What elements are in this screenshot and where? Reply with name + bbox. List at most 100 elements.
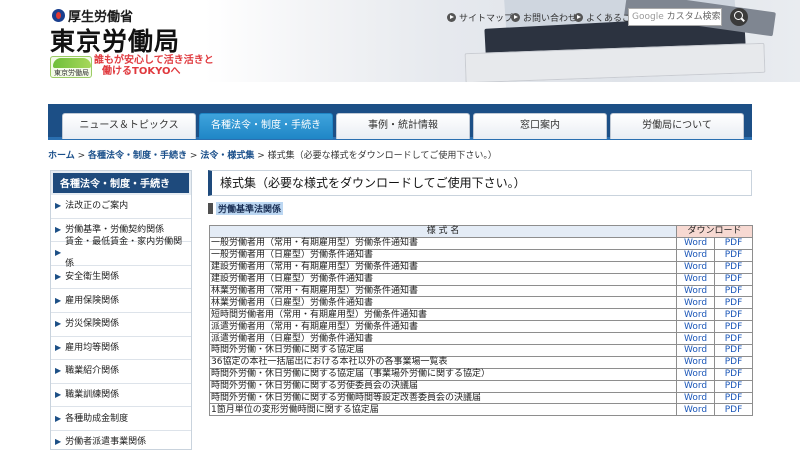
pdf-download-link[interactable]: PDF xyxy=(725,369,743,379)
word-download-link[interactable]: Word xyxy=(684,405,707,415)
word-download-link[interactable]: Word xyxy=(684,274,707,284)
leaf-icon xyxy=(53,58,91,68)
word-download-link[interactable]: Word xyxy=(684,357,707,367)
form-name-cell: 建設労働者用（日雇型）労働条件通知書 xyxy=(208,272,678,286)
form-name-cell: 時間外労働・休日労働に関する協定届（事業場外労働に関する協定） xyxy=(208,367,678,381)
word-download-cell: Word xyxy=(676,308,716,322)
badge-text: 東京労働局 xyxy=(54,69,89,77)
word-download-link[interactable]: Word xyxy=(684,310,707,320)
pdf-download-cell: PDF xyxy=(714,284,753,298)
utility-link-sitemap[interactable]: サイトマップ xyxy=(447,11,513,24)
pdf-download-link[interactable]: PDF xyxy=(725,298,743,308)
word-download-link[interactable]: Word xyxy=(684,298,707,308)
chevron-right-icon: ▶ xyxy=(55,366,62,376)
pdf-download-cell: PDF xyxy=(714,260,753,274)
pdf-download-link[interactable]: PDF xyxy=(725,250,743,260)
word-download-cell: Word xyxy=(676,332,716,346)
sidebar-item-vocational-training[interactable]: ▶ 職業訓練関係 xyxy=(51,384,191,408)
breadcrumb-laws[interactable]: 各種法令・制度・手続き xyxy=(88,151,187,161)
pdf-download-link[interactable]: PDF xyxy=(725,322,743,332)
sidebar-item-wages[interactable]: ▶ 賃金・最低賃金・家内労働関係 xyxy=(51,237,191,269)
word-download-link[interactable]: Word xyxy=(684,334,707,344)
word-download-link[interactable]: Word xyxy=(684,286,707,296)
form-name-cell: 1箇月単位の変形労働時間に関する協定届 xyxy=(208,403,678,417)
search-button[interactable] xyxy=(730,8,748,26)
sidebar: 各種法令・制度・手続き ▶ 法改正のご案内 ▶ 労働基準・労働契約関係 ▶ 賃金・最低… xyxy=(50,170,192,450)
word-download-cell: Word xyxy=(676,237,716,250)
nav-tab-news[interactable]: ニュース＆トピックス xyxy=(62,113,196,139)
arrow-right-icon xyxy=(574,13,583,22)
word-download-link[interactable]: Word xyxy=(684,322,707,332)
form-name-cell: 短時間労働者用（常用・有期雇用型）労働条件通知書 xyxy=(208,308,678,322)
chevron-right-icon: ▶ xyxy=(55,319,62,329)
table-row: 時間外労働・休日労働に関する労働時間等設定改善委員会の決議届 Word PDF xyxy=(208,391,753,405)
sidebar-item-label: 雇用均等関係 xyxy=(65,342,120,353)
sidebar-item-job-placement[interactable]: ▶ 職業紹介関係 xyxy=(51,360,191,384)
word-download-cell: Word xyxy=(676,344,716,357)
form-name-cell: 時間外労働・休日労働に関する労使委員会の決議届 xyxy=(208,379,678,393)
breadcrumb-forms[interactable]: 法令・様式集 xyxy=(200,151,254,161)
forms-table: 様 式 名 ダウンロード 一般労働者用（常用・有期雇用型）労働条件通知書 Word… xyxy=(208,225,753,417)
word-download-link[interactable]: Word xyxy=(684,393,707,403)
nav-tab-statistics[interactable]: 事例・統計情報 xyxy=(336,113,470,139)
sidebar-item-equal-employment[interactable]: ▶ 雇用均等関係 xyxy=(51,337,191,361)
word-download-link[interactable]: Word xyxy=(684,250,707,260)
breadcrumb-home[interactable]: ホーム xyxy=(48,151,75,161)
sidebar-item-workers-comp[interactable]: ▶ 労災保険関係 xyxy=(51,313,191,337)
pdf-download-cell: PDF xyxy=(714,355,753,369)
word-download-link[interactable]: Word xyxy=(684,262,707,272)
nav-tab-about[interactable]: 労働局について xyxy=(610,113,744,139)
pdf-download-link[interactable]: PDF xyxy=(725,274,743,284)
chevron-right-icon: ▶ xyxy=(55,390,62,400)
forms-table-body: 一般労働者用（常用・有期雇用型）労働条件通知書 Word PDF 一般労働者用（日雇型… xyxy=(208,237,753,417)
site-header: 厚生労働省 東京労働局 東京労働局 誰もが安心して活き活きと 働けるTOKYOへ… xyxy=(0,0,800,82)
word-download-link[interactable]: Word xyxy=(684,238,707,248)
bureau-title[interactable]: 東京労働局 xyxy=(50,22,180,58)
search-placeholder: カスタム検索 xyxy=(666,12,721,22)
sidebar-item-subsidies[interactable]: ▶ 各種助成金制度 xyxy=(51,407,191,431)
sidebar-item-label: 各種助成金制度 xyxy=(65,413,129,424)
pdf-download-link[interactable]: PDF xyxy=(725,238,743,248)
form-name-cell: 派遣労働者用（日雇型）労働条件通知書 xyxy=(208,332,678,346)
pdf-download-link[interactable]: PDF xyxy=(725,345,743,355)
pdf-download-cell: PDF xyxy=(714,379,753,393)
sidebar-item-employment-insurance[interactable]: ▶ 雇用保険関係 xyxy=(51,289,191,313)
pdf-download-link[interactable]: PDF xyxy=(725,357,743,367)
column-header-form-name: 様 式 名 xyxy=(208,225,678,238)
pdf-download-link[interactable]: PDF xyxy=(725,310,743,320)
pdf-download-link[interactable]: PDF xyxy=(725,405,743,415)
slogan-line: 働けるTOKYOへ xyxy=(102,66,181,77)
pdf-download-cell: PDF xyxy=(714,391,753,405)
table-row: 時間外労働・休日労働に関する協定届（事業場外労働に関する協定） Word PDF xyxy=(208,367,753,381)
pdf-download-link[interactable]: PDF xyxy=(725,381,743,391)
table-row: 時間外労働・休日労働に関する労使委員会の決議届 Word PDF xyxy=(208,379,753,393)
word-download-cell: Word xyxy=(676,403,716,417)
word-download-link[interactable]: Word xyxy=(684,345,707,355)
search-input[interactable]: Google カスタム検索 xyxy=(628,8,722,26)
breadcrumb-current: 様式集（必要な様式をダウンロードしてご使用下さい。） xyxy=(267,151,497,161)
word-download-cell: Word xyxy=(676,355,716,369)
utility-link-contact[interactable]: お問い合わせ xyxy=(511,11,577,24)
chevron-right-icon: ▶ xyxy=(55,224,62,234)
pdf-download-link[interactable]: PDF xyxy=(725,286,743,296)
sidebar-item-law-revision[interactable]: ▶ 法改正のご案内 xyxy=(51,195,191,219)
word-download-link[interactable]: Word xyxy=(684,369,707,379)
form-name-cell: 林業労働者用（日雇型）労働条件通知書 xyxy=(208,296,678,310)
table-row: 一般労働者用（日雇型）労働条件通知書 Word PDF xyxy=(208,248,753,262)
breadcrumb-separator: > xyxy=(189,151,198,161)
pdf-download-cell: PDF xyxy=(714,308,753,322)
nav-tab-laws[interactable]: 各種法令・制度・手続き xyxy=(199,113,333,139)
form-name-cell: 36協定の本社一括届出における本社以外の各事業場一覧表 xyxy=(208,355,678,369)
word-download-link[interactable]: Word xyxy=(684,381,707,391)
pdf-download-link[interactable]: PDF xyxy=(725,334,743,344)
pdf-download-link[interactable]: PDF xyxy=(725,393,743,403)
sidebar-item-label: 法改正のご案内 xyxy=(65,201,129,212)
table-row: 林業労働者用（日雇型）労働条件通知書 Word PDF xyxy=(208,296,753,310)
form-name-cell: 一般労働者用（日雇型）労働条件通知書 xyxy=(208,248,678,262)
sidebar-item-dispatch[interactable]: ▶ 労働者派遣事業関係 xyxy=(51,431,191,450)
nav-tab-contact-desk[interactable]: 窓口案内 xyxy=(473,113,607,139)
pdf-download-link[interactable]: PDF xyxy=(725,262,743,272)
pdf-download-cell: PDF xyxy=(714,248,753,262)
section-marker-icon xyxy=(208,203,213,214)
chevron-right-icon: ▶ xyxy=(55,295,62,305)
